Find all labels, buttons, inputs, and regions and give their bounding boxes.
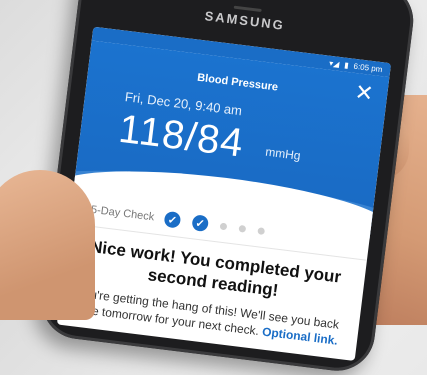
battery-icon: ▮	[343, 60, 350, 70]
hand-thumb	[0, 170, 95, 320]
phone: SAMSUNG ▾◢ ▮ 6:05 pm ✕ Blood Pressure Fr…	[37, 0, 418, 375]
signal-icon: ▾◢	[328, 58, 340, 69]
check-pending-dot	[238, 224, 247, 233]
speaker-grille	[233, 5, 262, 13]
status-time: 6:05 pm	[353, 61, 383, 74]
check-pending-dot	[219, 222, 228, 230]
check-done-icon: ✓	[191, 214, 210, 233]
app-screen: ▾◢ ▮ 6:05 pm ✕ Blood Pressure Fri, Dec 2…	[56, 26, 392, 361]
check-label: 5-Day Check	[90, 203, 155, 224]
check-pending-dot	[257, 226, 266, 235]
check-progress: ✓ ✓	[163, 210, 266, 239]
reading-unit: mmHg	[264, 144, 302, 163]
check-done-icon: ✓	[163, 210, 182, 229]
